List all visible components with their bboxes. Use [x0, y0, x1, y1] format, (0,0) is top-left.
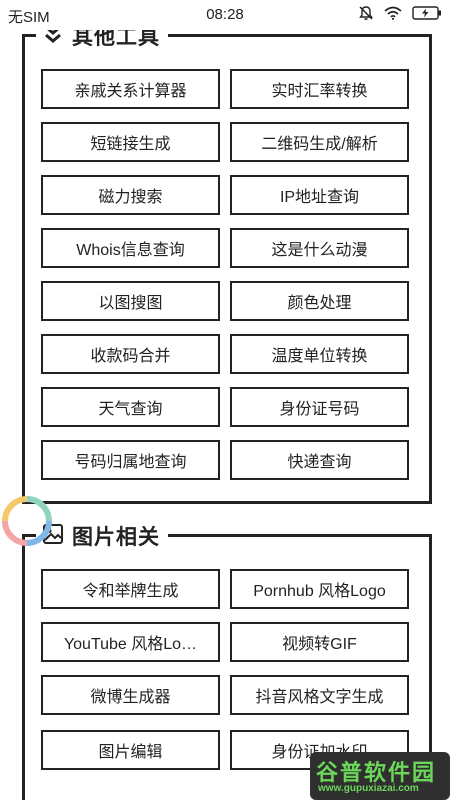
loading-spinner-icon [0, 492, 54, 550]
image-section-header: 图片相关 [36, 522, 168, 550]
tool-button-ph-logo[interactable]: Pornhub 风格Logo [230, 569, 409, 609]
tool-button-short-link[interactable]: 短链接生成 [41, 122, 220, 162]
tool-button-image-edit[interactable]: 图片编辑 [41, 730, 220, 770]
tool-button-relative-calculator[interactable]: 亲戚关系计算器 [41, 69, 220, 109]
section-title: 图片相关 [72, 526, 160, 549]
tool-button-weather[interactable]: 天气查询 [41, 387, 220, 427]
watermark-url: www.gupuxiazai.com [318, 783, 419, 794]
tool-button-id-number[interactable]: 身份证号码 [230, 387, 409, 427]
site-watermark: 谷普软件园 www.gupuxiazai.com [310, 752, 450, 800]
tool-button-payment-code-merge[interactable]: 收款码合并 [41, 334, 220, 374]
tool-button-ip-lookup[interactable]: IP地址查询 [230, 175, 409, 215]
tool-button-express[interactable]: 快递查询 [230, 440, 409, 480]
status-bar: 无SIM 08:28 [0, 0, 450, 30]
wifi-icon [384, 6, 402, 20]
tool-button-phone-location[interactable]: 号码归属地查询 [41, 440, 220, 480]
tool-button-anime-search[interactable]: 这是什么动漫 [230, 228, 409, 268]
tool-button-reiwa-sign[interactable]: 令和举牌生成 [41, 569, 220, 609]
tool-button-video-to-gif[interactable]: 视频转GIF [230, 622, 409, 662]
battery-charging-icon [412, 6, 442, 20]
tool-button-youtube-logo[interactable]: YouTube 风格Lo… [41, 622, 220, 662]
tool-button-image-search[interactable]: 以图搜图 [41, 281, 220, 321]
tool-button-temperature[interactable]: 温度单位转换 [230, 334, 409, 374]
tool-button-douyin-text[interactable]: 抖音风格文字生成 [230, 675, 409, 715]
tool-button-exchange-rate[interactable]: 实时汇率转换 [230, 69, 409, 109]
mute-icon [358, 5, 374, 21]
tool-button-magnet-search[interactable]: 磁力搜索 [41, 175, 220, 215]
tool-button-weibo-generator[interactable]: 微博生成器 [41, 675, 220, 715]
tool-button-color[interactable]: 颜色处理 [230, 281, 409, 321]
tool-button-whois[interactable]: Whois信息查询 [41, 228, 220, 268]
tool-button-qrcode[interactable]: 二维码生成/解析 [230, 122, 409, 162]
status-icons [358, 5, 442, 21]
